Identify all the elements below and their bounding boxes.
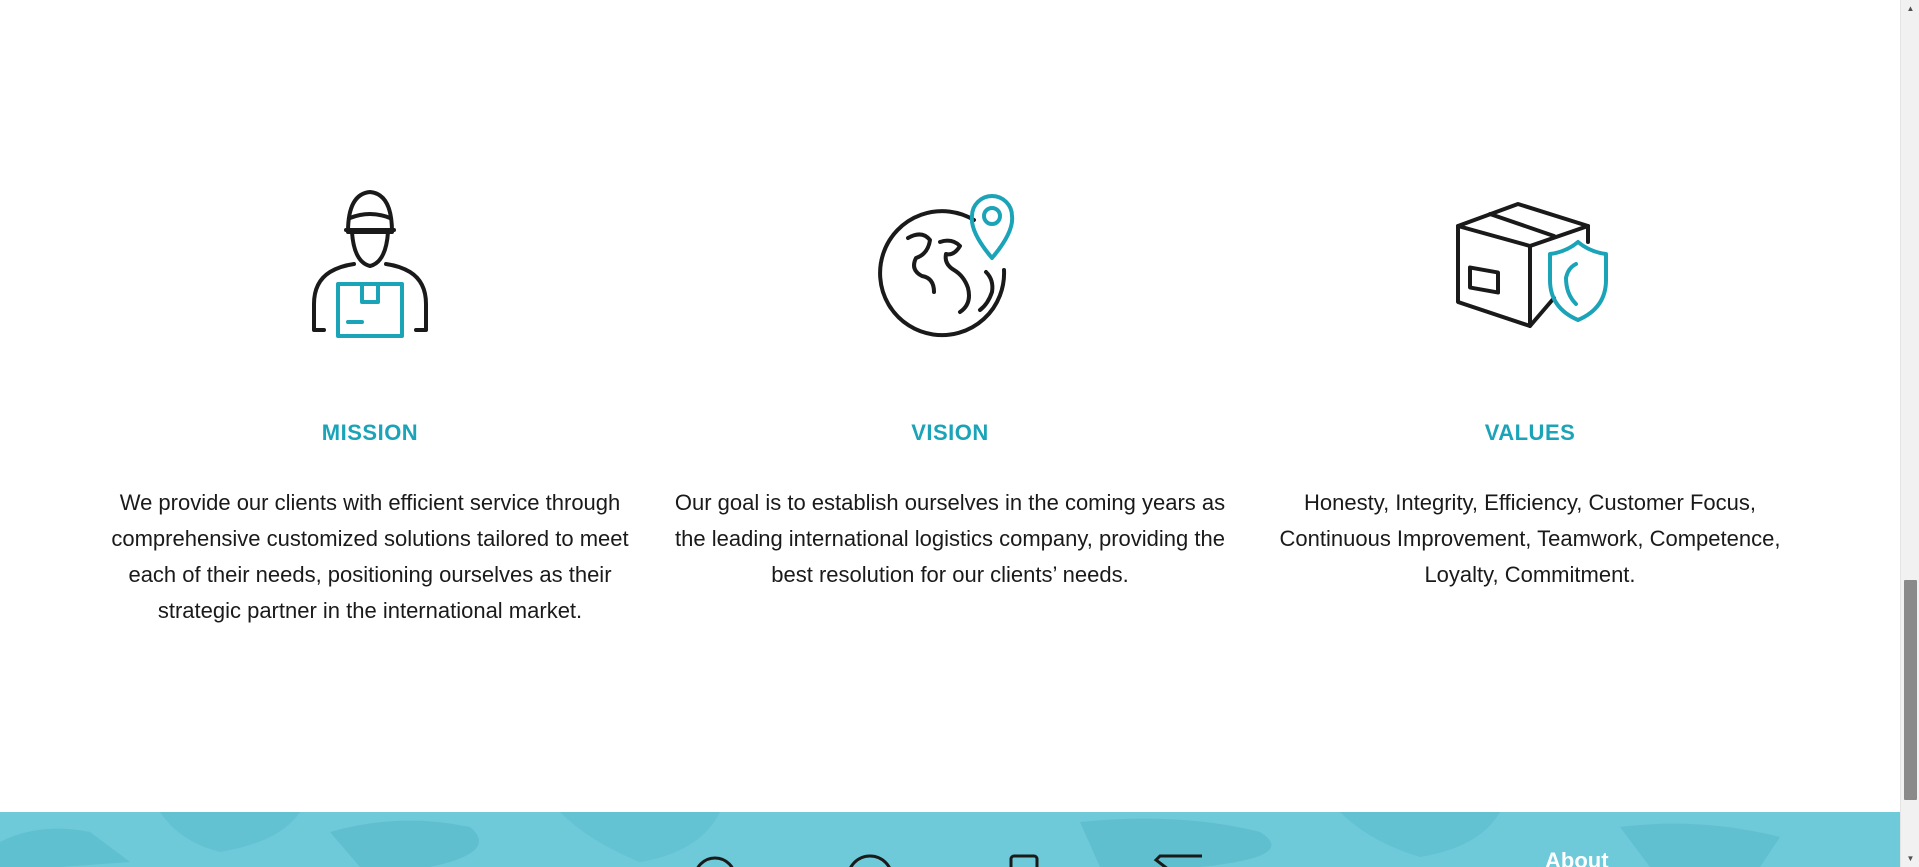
mail-icon[interactable]: [1152, 852, 1202, 867]
footer: About: [0, 812, 1900, 867]
world-map-background: [0, 812, 1780, 867]
globe-location-pin-icon: [870, 180, 1030, 340]
values-text: Honesty, Integrity, Efficiency, Customer…: [1279, 490, 1781, 587]
clock-icon[interactable]: [845, 852, 895, 867]
phone-icon[interactable]: [1005, 852, 1055, 867]
mission-title: MISSION: [321, 420, 419, 445]
page: MISSION We provide our clients with effi…: [0, 0, 1900, 867]
scroll-up-arrow-icon[interactable]: ▲: [1901, 0, 1919, 17]
values-title: VALUES: [1484, 420, 1576, 445]
mission-text: We provide our clients with efficient se…: [111, 490, 629, 623]
vision-text: Our goal is to establish ourselves in th…: [674, 490, 1226, 587]
page-scrollbar[interactable]: ▲ ▼: [1900, 0, 1919, 867]
location-icon[interactable]: [690, 852, 740, 867]
vision-title: VISION: [911, 420, 989, 445]
box-shield-icon: [1450, 180, 1610, 340]
scroll-down-arrow-icon[interactable]: ▼: [1901, 850, 1919, 867]
scrollbar-thumb[interactable]: [1904, 580, 1917, 800]
footer-about-link[interactable]: About: [1545, 848, 1609, 867]
delivery-person-icon: [290, 180, 450, 340]
